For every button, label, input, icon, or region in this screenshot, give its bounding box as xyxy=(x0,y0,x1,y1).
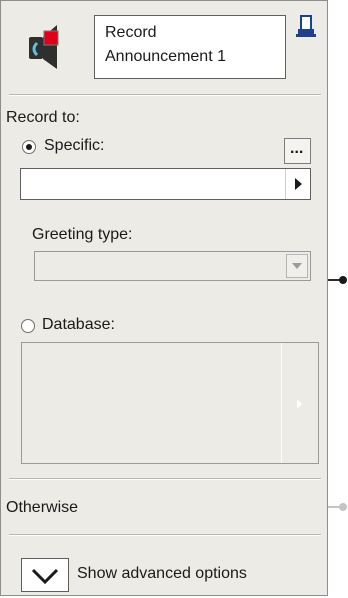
database-radio[interactable] xyxy=(21,319,35,333)
database-label: Database: xyxy=(42,316,115,333)
otherwise-connector-dot[interactable] xyxy=(339,503,347,511)
node-title-line1: Record xyxy=(105,24,157,41)
database-box[interactable] xyxy=(21,342,319,464)
greeting-type-label: Greeting type: xyxy=(32,226,133,243)
specific-radio-dot xyxy=(26,144,32,150)
specific-label: Specific: xyxy=(44,137,105,154)
separator xyxy=(9,478,321,480)
specific-radio[interactable] xyxy=(22,140,36,154)
show-advanced-label[interactable]: Show advanced options xyxy=(77,565,247,583)
browse-button[interactable]: ... xyxy=(284,138,311,164)
pin-icon[interactable] xyxy=(295,14,317,38)
otherwise-label: Otherwise xyxy=(6,499,79,516)
speaker-record-icon xyxy=(17,19,63,75)
separator xyxy=(9,534,321,536)
show-advanced-toggle[interactable] xyxy=(21,558,69,592)
output-connector-dot[interactable] xyxy=(339,276,347,284)
chevron-down-icon xyxy=(31,568,59,585)
browse-button-label: ... xyxy=(290,140,304,157)
expand-arrow-icon[interactable] xyxy=(285,169,310,199)
separator xyxy=(9,94,321,96)
expand-arrow-disabled-icon[interactable] xyxy=(281,343,318,463)
node-title-box[interactable]: Record Announcement 1 xyxy=(94,15,286,79)
node-title-line2: Announcement 1 xyxy=(105,48,226,65)
greeting-type-select[interactable] xyxy=(34,251,311,281)
specific-input[interactable] xyxy=(20,168,311,200)
dropdown-arrow-icon[interactable] xyxy=(286,254,308,278)
record-announcement-panel: Record Announcement 1 Record to: Specifi… xyxy=(0,0,328,596)
record-to-label: Record to: xyxy=(6,109,80,126)
